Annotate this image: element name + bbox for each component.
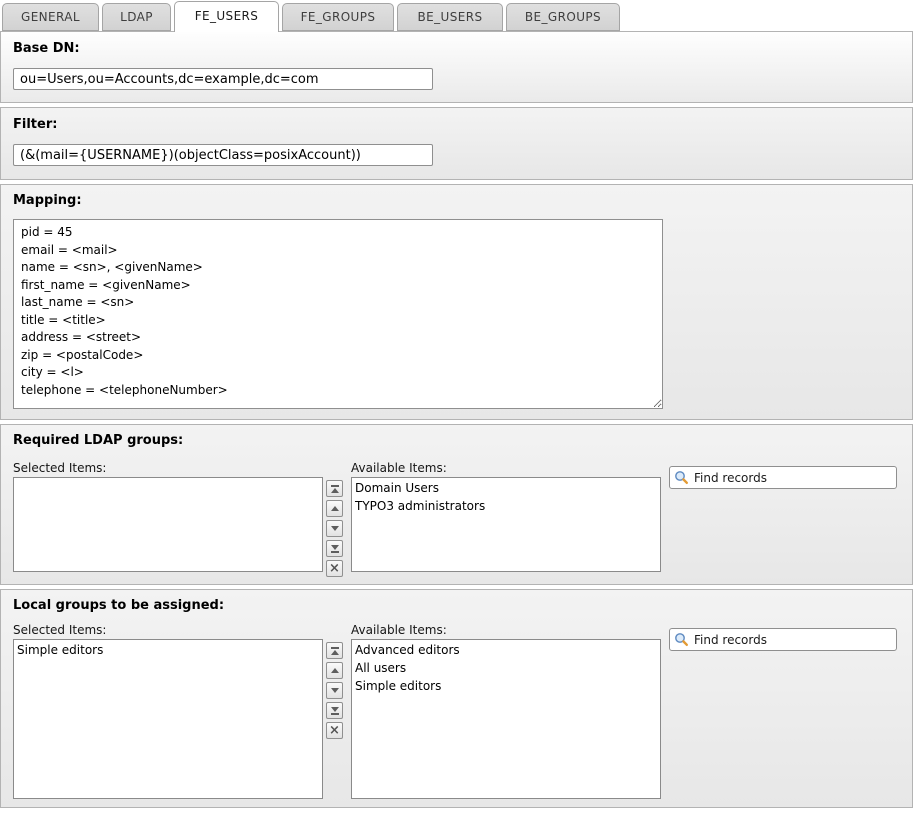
search-icon: [674, 632, 689, 647]
move-up-button[interactable]: [326, 500, 343, 517]
local-selected-listbox[interactable]: Simple editors: [13, 639, 323, 799]
simple-editors-item[interactable]: Simple editors: [14, 641, 322, 659]
section-required-ldap-groups: Required LDAP groups: Selected Items: Av…: [0, 424, 913, 585]
filter-input[interactable]: [13, 144, 433, 166]
available-items-label: Available Items:: [351, 461, 661, 477]
move-down-button[interactable]: [326, 520, 343, 537]
typo3-administrators-item[interactable]: TYPO3 administrators: [352, 497, 660, 515]
required-selected-listbox[interactable]: [13, 477, 323, 572]
remove-button[interactable]: [326, 722, 343, 739]
required-find-records-input[interactable]: [669, 466, 897, 489]
local-move-buttons: [326, 642, 343, 742]
local-groups-label: Local groups to be assigned:: [13, 590, 900, 613]
selected-items-label: Selected Items:: [13, 461, 323, 477]
mapping-textarea[interactable]: pid = 45 email = <mail> name = <sn>, <gi…: [13, 219, 663, 409]
section-mapping: Mapping: pid = 45 email = <mail> name = …: [0, 184, 913, 420]
move-up-button[interactable]: [326, 662, 343, 679]
required-groups-label: Required LDAP groups:: [13, 425, 900, 448]
fe-users-tab[interactable]: FE_USERS: [174, 1, 279, 32]
section-filter: Filter:: [0, 107, 913, 180]
required-available-listbox[interactable]: Domain Users TYPO3 administrators: [351, 477, 661, 572]
search-icon: [674, 470, 689, 485]
simple-editors-item[interactable]: Simple editors: [352, 677, 660, 695]
advanced-editors-item[interactable]: Advanced editors: [352, 641, 660, 659]
move-to-top-button[interactable]: [326, 642, 343, 659]
be-users-tab[interactable]: BE_USERS: [397, 3, 503, 31]
general-tab[interactable]: GENERAL: [2, 3, 99, 31]
move-to-bottom-button[interactable]: [326, 540, 343, 557]
local-find-records-input[interactable]: [669, 628, 897, 651]
ldap-tab[interactable]: LDAP: [102, 3, 171, 31]
section-base-dn: Base DN:: [0, 31, 913, 103]
local-available-listbox[interactable]: Advanced editors All users Simple editor…: [351, 639, 661, 799]
remove-button[interactable]: [326, 560, 343, 577]
section-local-groups: Local groups to be assigned: Selected It…: [0, 589, 913, 808]
available-items-label: Available Items:: [351, 623, 661, 639]
all-users-item[interactable]: All users: [352, 659, 660, 677]
tab-bar: GENERAL LDAP FE_USERS FE_GROUPS BE_USERS…: [0, 0, 915, 31]
required-move-buttons: [326, 480, 343, 580]
move-down-button[interactable]: [326, 682, 343, 699]
selected-items-label: Selected Items:: [13, 623, 323, 639]
base-dn-input[interactable]: [13, 68, 433, 90]
filter-label: Filter:: [13, 108, 900, 132]
mapping-label: Mapping:: [13, 185, 900, 208]
fe-groups-tab[interactable]: FE_GROUPS: [282, 3, 394, 31]
move-to-top-button[interactable]: [326, 480, 343, 497]
domain-users-item[interactable]: Domain Users: [352, 479, 660, 497]
be-groups-tab[interactable]: BE_GROUPS: [506, 3, 620, 31]
base-dn-label: Base DN:: [13, 32, 900, 56]
move-to-bottom-button[interactable]: [326, 702, 343, 719]
